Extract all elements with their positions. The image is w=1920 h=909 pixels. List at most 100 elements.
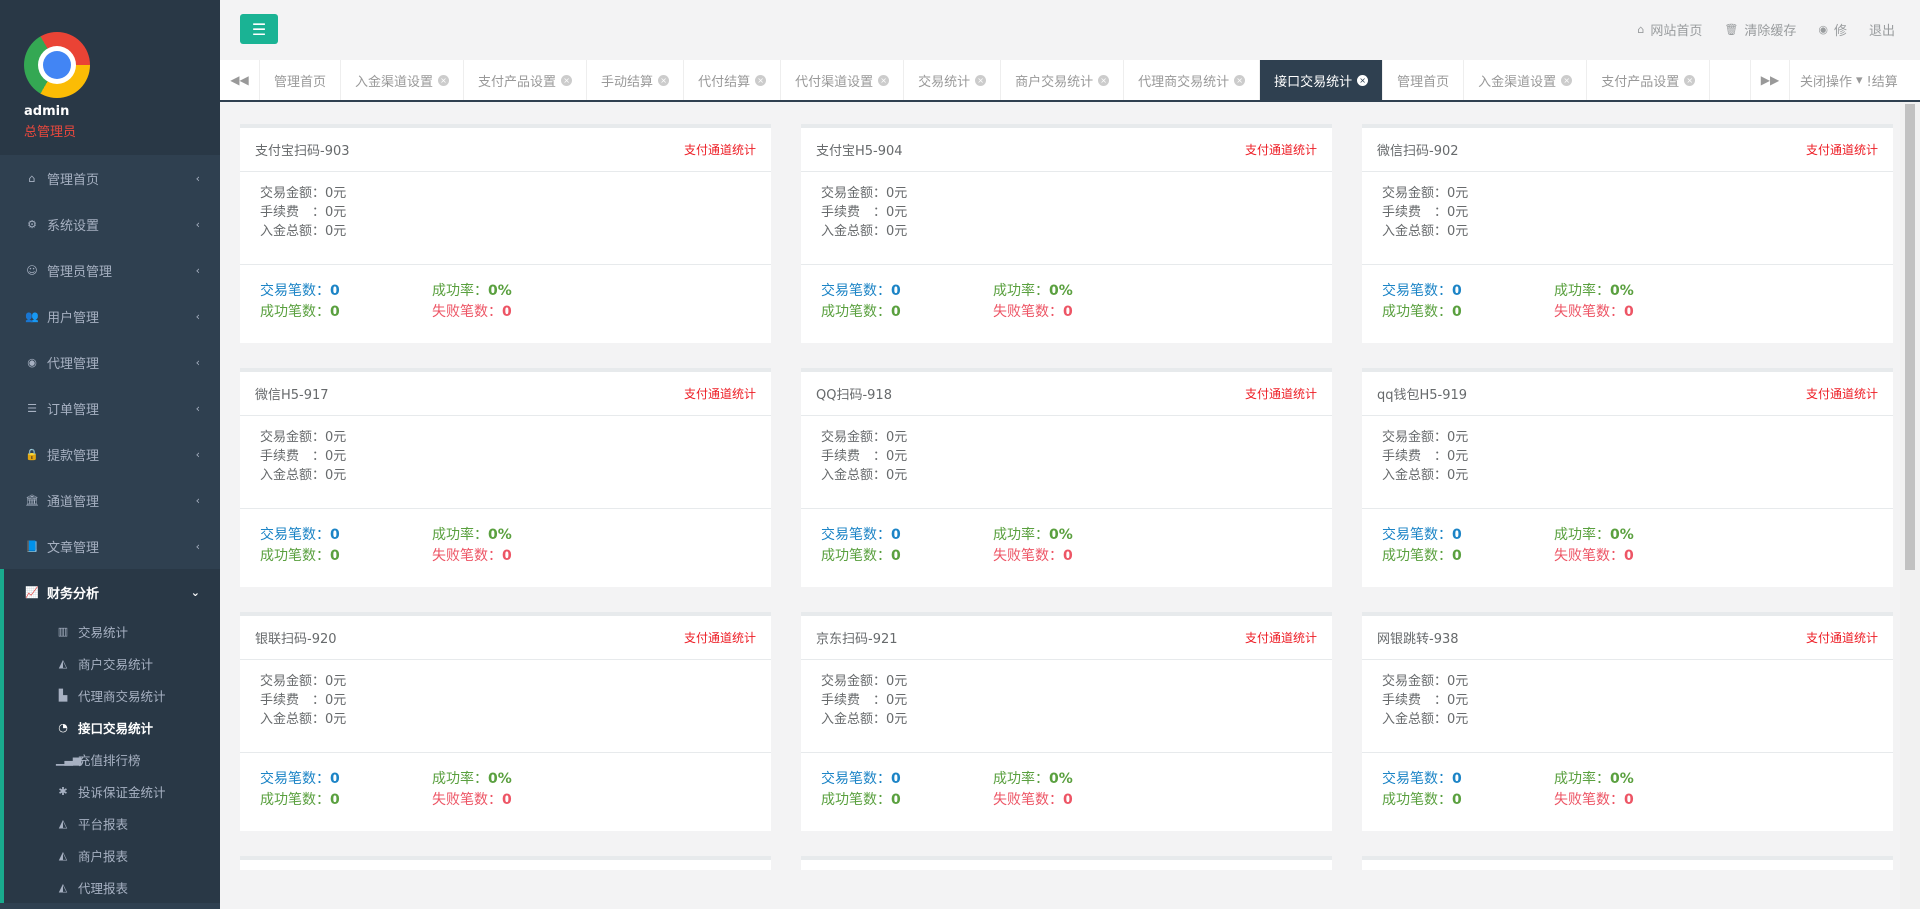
asterisk-icon: ✱ [58, 784, 68, 798]
tab-8[interactable]: 商户交易统计 × [1001, 60, 1125, 100]
tab-6[interactable]: 代付渠道设置 × [781, 60, 905, 100]
count-value: 0 [1452, 771, 1462, 787]
tab-scroll-right-button[interactable]: ▶▶ [1750, 60, 1790, 100]
top-link-1[interactable]: ⌂ 网站首页 [1637, 20, 1702, 39]
card-stats: 交易笔数：0 成功率：0% 成功笔数：0 失败笔数：0 [1362, 509, 1893, 583]
sidebar-item-2[interactable]: ⚙ 系统设置 ‹ [0, 201, 220, 247]
sidebar-subitem-3[interactable]: ▙ 代理商交易统计 [4, 679, 220, 711]
total-label: 入金总额： [821, 712, 887, 727]
sidebar-subitem-8[interactable]: ◭ 商户报表 [4, 839, 220, 871]
rate-stat: 成功率：0% [432, 281, 632, 302]
amount-value: 0元 [325, 674, 347, 689]
channel-tag: 支付通道统计 [1244, 387, 1317, 401]
count-value: 0 [891, 283, 901, 299]
close-icon[interactable]: × [878, 74, 890, 86]
sidebar-subitem-9[interactable]: ◭ 代理报表 [4, 871, 220, 903]
stat-row-amount: 交易金额：0元 [821, 184, 1312, 203]
tab-7[interactable]: 交易统计 × [904, 60, 1002, 100]
stat-row-total: 入金总额：0元 [260, 466, 751, 485]
top-link-3[interactable]: ◉ 修 [1818, 20, 1847, 39]
tab-10[interactable]: 接口交易统计 × [1260, 60, 1384, 100]
stat-row-fee: 手续费 ：0元 [821, 691, 1312, 710]
top-link-2[interactable]: 🗑 清除缓存 [1724, 20, 1796, 39]
sidebar-item-7[interactable]: 🔒 提款管理 ‹ [0, 431, 220, 477]
close-operations-overflow: !结算 [1866, 74, 1898, 90]
sidebar-subitem-4[interactable]: ◔ 接口交易统计 [4, 711, 220, 743]
sidebar-subitem-label: 平台报表 [78, 816, 129, 832]
tab-bar: ◀◀ 管理首页 入金渠道设置 × 支付产品设置 × 手动结算 × 代付结算 × 代付渠道设置 × 交易… [220, 60, 1920, 102]
fail-label: 失败笔数： [432, 792, 502, 808]
tab-2[interactable]: 入金渠道设置 × [341, 60, 465, 100]
stat-row-fee: 手续费 ：0元 [821, 447, 1312, 466]
sidebar-item-label: 文章管理 [47, 540, 100, 556]
rate-value: 0% [488, 283, 512, 299]
tab-scroll-left-button[interactable]: ◀◀ [220, 60, 260, 100]
count-label: 交易笔数： [821, 771, 891, 787]
sidebar-item-8[interactable]: 🏛 通道管理 ‹ [0, 477, 220, 523]
amount-value: 0元 [1447, 186, 1469, 201]
avatar[interactable] [24, 32, 90, 98]
stat-row-fee: 手续费 ：0元 [260, 447, 751, 466]
close-icon[interactable]: × [1098, 74, 1110, 86]
channel-tag: 支付通道统计 [1805, 631, 1878, 645]
close-icon[interactable]: × [1684, 74, 1696, 86]
chevron-down-icon: ⌄ [190, 585, 200, 599]
close-icon[interactable]: × [755, 74, 767, 86]
close-operations-dropdown[interactable]: 关闭操作 ▾ !结算 [1790, 60, 1920, 100]
sidebar-subitem-5[interactable]: ▁▃▅ 充值排行榜 [4, 743, 220, 775]
tab-12[interactable]: 入金渠道设置 × [1464, 60, 1588, 100]
amount-value: 0元 [886, 674, 908, 689]
stat-row-amount: 交易金额：0元 [260, 428, 751, 447]
menu-toggle-button[interactable]: ☰ [240, 14, 278, 44]
sidebar-item-4[interactable]: 👥 用户管理 ‹ [0, 293, 220, 339]
card-body: 交易金额：0元 手续费 ：0元 入金总额：0元 [1362, 172, 1893, 265]
close-icon[interactable]: × [1357, 74, 1369, 86]
tab-5[interactable]: 代付结算 × [684, 60, 782, 100]
sidebar-subitem-label: 充值排行榜 [78, 752, 141, 768]
close-icon[interactable]: × [1234, 74, 1246, 86]
sidebar-item-1[interactable]: ⌂ 管理首页 ‹ [0, 155, 220, 201]
card-body: 交易金额：0元 手续费 ：0元 入金总额：0元 [240, 172, 771, 265]
sidebar-subitem-1[interactable]: ▥ 交易统计 [4, 615, 220, 647]
channel-card: 支付宝扫码-903 支付通道统计 交易金额：0元 手续费 ：0元 入金总额：0元 交易笔数… [240, 124, 771, 343]
tab-9[interactable]: 代理商交易统计 × [1124, 60, 1261, 100]
sidebar-subitem-7[interactable]: ◭ 平台报表 [4, 807, 220, 839]
fee-value: 0元 [325, 693, 347, 708]
sidebar-subitem-2[interactable]: ◭ 商户交易统计 [4, 647, 220, 679]
user-circle-icon: ☺ [26, 263, 38, 277]
stat-row-fee: 手续费 ：0元 [260, 691, 751, 710]
tab-4[interactable]: 手动结算 × [587, 60, 685, 100]
tab-11[interactable]: 管理首页 [1383, 60, 1465, 100]
close-icon[interactable]: × [1561, 74, 1573, 86]
channel-grid: 支付宝扫码-903 支付通道统计 交易金额：0元 手续费 ：0元 入金总额：0元 交易笔数… [240, 124, 1900, 870]
top-link-4[interactable]: 退出 [1869, 20, 1895, 39]
sidebar-item-finance[interactable]: 📈 财务分析 ⌄ [4, 569, 220, 615]
fee-value: 0元 [325, 205, 347, 220]
scrollbar-thumb[interactable] [1905, 104, 1915, 570]
success-label: 成功笔数： [821, 548, 891, 564]
tab-1[interactable]: 管理首页 [260, 60, 342, 100]
sidebar-item-9[interactable]: 📘 文章管理 ‹ [0, 523, 220, 569]
success-value: 0 [891, 304, 901, 320]
content-scrollbar[interactable] [1900, 102, 1920, 909]
close-icon[interactable]: × [438, 74, 450, 86]
close-icon[interactable]: × [975, 74, 987, 86]
tab-3[interactable]: 支付产品设置 × [464, 60, 588, 100]
success-label: 成功笔数： [1382, 304, 1452, 320]
sidebar-subitem-6[interactable]: ✱ 投诉保证金统计 [4, 775, 220, 807]
sidebar-item-3[interactable]: ☺ 管理员管理 ‹ [0, 247, 220, 293]
close-icon[interactable]: × [658, 74, 670, 86]
tab-label: 入金渠道设置 [1478, 74, 1557, 90]
sidebar-item-5[interactable]: ◉ 代理管理 ‹ [0, 339, 220, 385]
sidebar-item-6[interactable]: ☰ 订单管理 ‹ [0, 385, 220, 431]
close-icon[interactable]: × [561, 74, 573, 86]
fail-value: 0 [1063, 304, 1073, 320]
stat-row-fee: 手续费 ：0元 [821, 203, 1312, 222]
sidebar-subitem-label: 接口交易统计 [78, 720, 154, 736]
total-value: 0元 [325, 712, 347, 727]
success-stat: 成功笔数：0 [821, 546, 993, 567]
tab-13[interactable]: 支付产品设置 × [1587, 60, 1711, 100]
sidebar-subitem-label: 代理商交易统计 [78, 688, 166, 704]
top-link-label: 清除缓存 [1744, 24, 1797, 39]
total-label: 入金总额： [1382, 468, 1448, 483]
